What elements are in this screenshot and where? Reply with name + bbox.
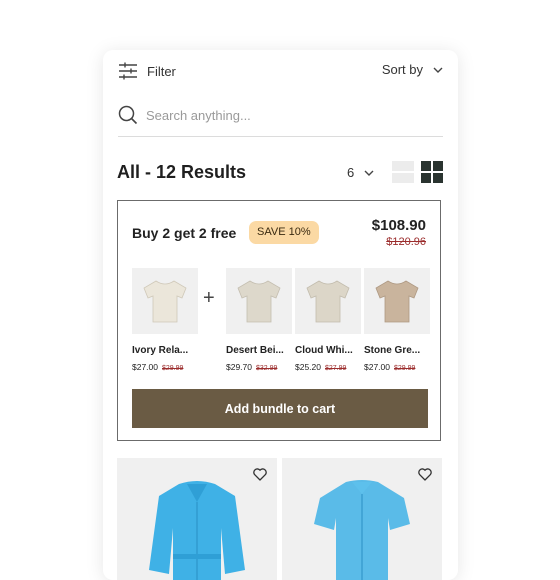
product-price: $29.70 $32.99 — [226, 362, 292, 372]
bundle-title: Buy 2 get 2 free — [132, 225, 237, 241]
results-title: All - 12 Results — [117, 162, 247, 182]
toolbar: Filter Sort by — [118, 62, 443, 84]
product-image — [295, 268, 361, 334]
grid-view-icon[interactable] — [421, 161, 443, 183]
plus-icon: + — [203, 287, 215, 309]
bundle-product[interactable]: Stone Gre... $27.00 $29.99 — [364, 268, 430, 372]
original-price: $29.99 — [162, 365, 184, 372]
product-card[interactable] — [282, 458, 442, 580]
tshirt-icon — [306, 280, 350, 323]
search-input[interactable] — [146, 108, 406, 123]
product-image — [149, 481, 245, 580]
chevron-down-icon — [433, 67, 443, 73]
bundle-price: $108.90 — [371, 217, 426, 234]
product-image — [226, 268, 292, 334]
original-price: $32.99 — [256, 365, 278, 372]
tshirt-icon — [237, 280, 281, 323]
sort-dropdown[interactable]: Sort by — [382, 62, 443, 77]
bundle-product[interactable]: Desert Bei... $29.70 $32.99 — [226, 268, 292, 372]
current-price: $25.20 — [295, 362, 321, 372]
current-price: $29.70 — [226, 362, 252, 372]
list-view-icon[interactable] — [392, 161, 414, 183]
search-bar — [118, 105, 443, 137]
product-image — [364, 268, 430, 334]
product-image — [132, 268, 198, 334]
product-image — [314, 480, 410, 580]
save-badge: SAVE 10% — [249, 221, 319, 244]
product-price: $25.20 $27.99 — [295, 362, 361, 372]
per-page-value: 6 — [347, 165, 355, 180]
product-name: Stone Gre... — [364, 345, 421, 356]
tshirt-icon — [375, 280, 419, 323]
sort-label: Sort by — [381, 62, 423, 77]
product-list-card: Filter Sort by All - 12 Results 6 B — [103, 50, 458, 580]
product-price: $27.00 $29.99 — [364, 362, 430, 372]
product-price: $27.00 $29.99 — [132, 362, 198, 372]
chevron-down-icon — [364, 170, 374, 176]
add-bundle-to-cart-button[interactable]: Add bundle to cart — [132, 389, 428, 428]
product-name: Ivory Rela... — [132, 345, 189, 356]
per-page-select[interactable]: 6 — [347, 165, 374, 180]
product-name: Cloud Whi... — [295, 345, 353, 356]
tshirt-icon — [143, 280, 187, 323]
original-price: $29.99 — [394, 365, 416, 372]
product-card[interactable] — [117, 458, 277, 580]
current-price: $27.00 — [132, 362, 158, 372]
bundle-offer: Buy 2 get 2 free SAVE 10% $108.90 $120.9… — [117, 200, 441, 441]
original-price: $27.99 — [325, 365, 347, 372]
search-icon — [118, 105, 138, 125]
product-name: Desert Bei... — [226, 345, 284, 356]
current-price: $27.00 — [364, 362, 390, 372]
filter-sliders-icon — [119, 62, 137, 80]
bundle-product[interactable]: Cloud Whi... $25.20 $27.99 — [295, 268, 361, 372]
filter-button[interactable]: Filter — [118, 62, 176, 80]
bundle-product[interactable]: Ivory Rela... $27.00 $29.99 — [132, 268, 198, 372]
filter-label: Filter — [147, 63, 176, 79]
bundle-old-price: $120.96 — [386, 236, 426, 248]
